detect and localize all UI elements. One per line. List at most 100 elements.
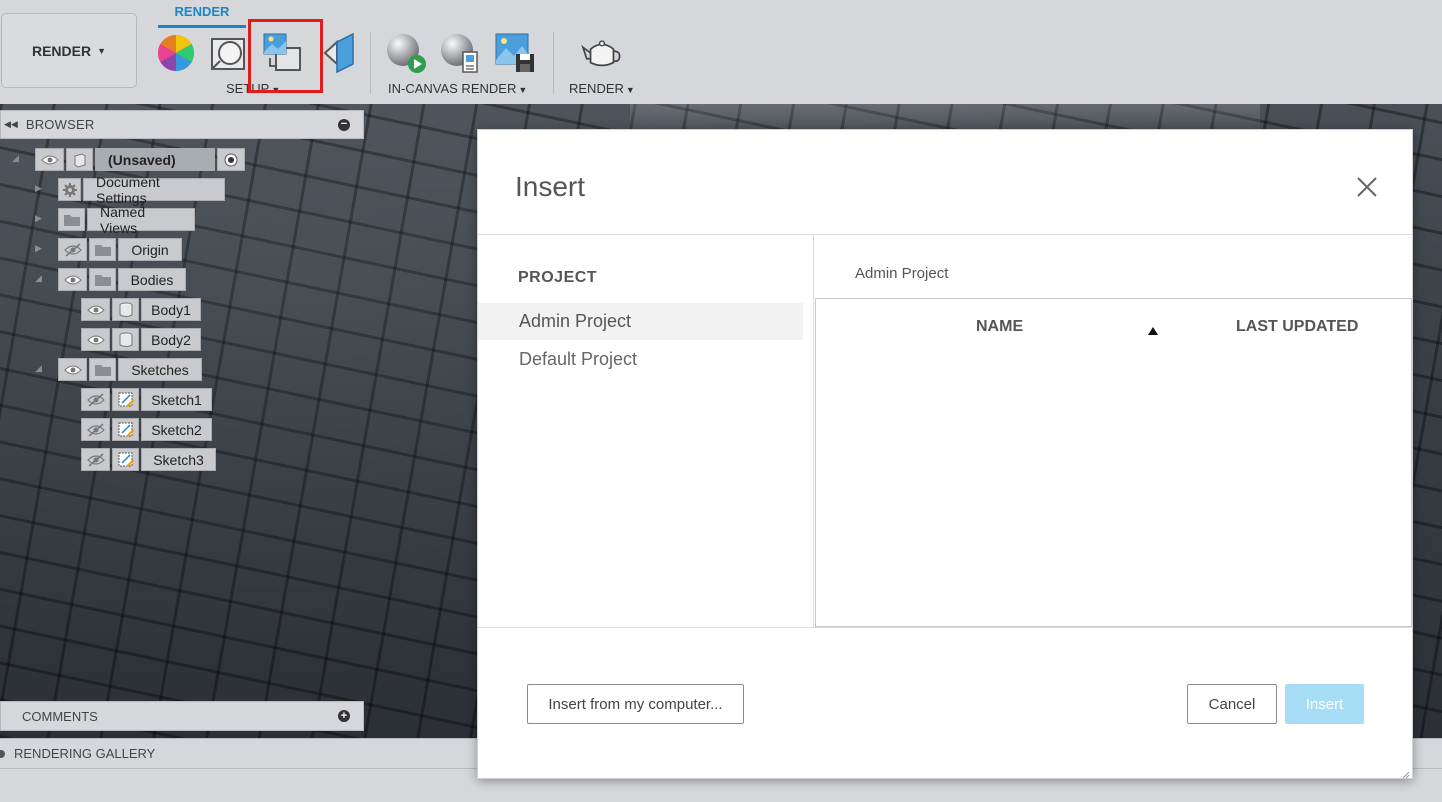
sketch-icon (112, 448, 139, 471)
browser-root-label: (Unsaved) (95, 148, 215, 171)
expand-triangle-icon[interactable]: ▶ (35, 243, 42, 254)
sketch-icon (112, 418, 139, 441)
browser-item-label: Body2 (141, 328, 201, 351)
browser-item-label: Sketches (118, 358, 202, 381)
browser-item-label: Sketch1 (141, 388, 212, 411)
in-canvas-render-group-label: IN-CANVAS RENDER (388, 81, 517, 96)
expand-triangle-icon[interactable]: ▶ (35, 183, 42, 194)
eye-icon[interactable] (58, 358, 87, 381)
render-group-menu[interactable]: RENDER ▼ (569, 81, 635, 96)
comments-panel-header[interactable]: COMMENTS + (0, 701, 364, 731)
scene-settings-icon (211, 38, 245, 70)
in-canvas-render-settings-tool-button[interactable] (439, 32, 481, 74)
component-icon (66, 148, 93, 171)
resize-grip-icon[interactable] (1400, 766, 1410, 779)
decal-tool-button[interactable] (318, 32, 360, 74)
file-table: NAME LAST UPDATED (815, 298, 1412, 627)
insert-dialog: Insert PROJECT Admin Project Default Pro… (477, 129, 1413, 779)
folder-icon (58, 208, 85, 231)
browser-item-sketch1[interactable]: Sketch1 (81, 388, 214, 411)
render-tool-button[interactable] (581, 32, 623, 74)
expand-triangle-icon[interactable]: ◢ (35, 363, 42, 374)
scene-settings-tool-button[interactable] (208, 32, 250, 74)
eye-hidden-icon[interactable] (58, 238, 87, 261)
rendering-gallery-title: RENDERING GALLERY (14, 746, 156, 761)
in-canvas-render-settings-icon (441, 34, 478, 73)
browser-root-node[interactable]: (Unsaved) (35, 148, 247, 171)
insert-from-computer-button[interactable]: Insert from my computer... (527, 684, 744, 724)
minimize-icon[interactable]: − (338, 119, 350, 131)
project-list-pane: PROJECT Admin Project Default Project (478, 235, 814, 627)
body-icon (112, 328, 139, 351)
browser-item-sketch2[interactable]: Sketch2 (81, 418, 214, 441)
chevron-down-icon: ▼ (625, 85, 635, 95)
toolbar: RENDER ▼ RENDER SETUP ▼ IN-CANVAS RENDER… (0, 0, 1442, 104)
project-item-admin[interactable]: Admin Project (478, 303, 803, 340)
eye-icon[interactable] (81, 298, 110, 321)
breadcrumb[interactable]: Admin Project (855, 265, 948, 282)
dialog-title: Insert (515, 171, 586, 202)
capture-image-tool-button[interactable] (494, 32, 536, 74)
browser-item-label: Sketch3 (141, 448, 216, 471)
browser-item-body2[interactable]: Body2 (81, 328, 203, 351)
in-canvas-render-group-menu[interactable]: IN-CANVAS RENDER ▼ (388, 81, 527, 96)
browser-item-label: Document Settings (83, 174, 225, 206)
browser-item-label: Sketch2 (141, 418, 212, 441)
in-canvas-render-icon (387, 34, 426, 73)
appearance-tool-button[interactable] (155, 32, 197, 74)
toolbar-divider (553, 32, 554, 94)
render-teapot-icon (581, 40, 621, 67)
cancel-button[interactable]: Cancel (1187, 684, 1277, 724)
browser-item-body1[interactable]: Body1 (81, 298, 203, 321)
active-radio-icon[interactable] (217, 148, 245, 171)
workspace-label: RENDER (31, 42, 92, 59)
eye-hidden-icon[interactable] (81, 418, 110, 441)
browser-item-label: Origin (118, 238, 182, 261)
eye-icon[interactable] (58, 268, 87, 291)
sketch-icon (112, 388, 139, 411)
insert-button[interactable]: Insert (1285, 684, 1364, 724)
expand-triangle-icon[interactable]: ▶ (35, 213, 42, 224)
chevron-down-icon: ▼ (518, 85, 528, 95)
render-group-label: RENDER (569, 81, 624, 96)
sort-ascending-icon[interactable] (1148, 322, 1158, 335)
column-header-name[interactable]: NAME (976, 318, 1023, 336)
column-header-last-updated[interactable]: LAST UPDATED (1236, 318, 1358, 336)
folder-icon (89, 358, 116, 381)
browser-item-origin[interactable]: Origin (58, 238, 184, 261)
chevron-down-icon: ▼ (97, 45, 107, 56)
project-heading: PROJECT (518, 269, 598, 286)
expand-triangle-icon[interactable]: ◢ (12, 153, 19, 164)
decal-icon (323, 32, 354, 74)
close-icon[interactable] (1356, 176, 1378, 198)
capture-image-icon (495, 33, 534, 72)
gear-icon (58, 178, 81, 201)
eye-hidden-icon[interactable] (81, 388, 110, 411)
expand-gallery-icon[interactable] (0, 749, 5, 758)
eye-hidden-icon[interactable] (81, 448, 110, 471)
browser-item-label: Bodies (118, 268, 186, 291)
browser-panel-header[interactable]: ◀◀ BROWSER − (0, 110, 364, 139)
browser-item-sketch3[interactable]: Sketch3 (81, 448, 218, 471)
add-comment-icon[interactable]: + (338, 710, 350, 722)
browser-item-label: Named Views (87, 204, 195, 236)
tab-render[interactable]: RENDER (158, 4, 246, 19)
eye-icon[interactable] (35, 148, 64, 171)
in-canvas-render-tool-button[interactable] (385, 32, 427, 74)
browser-item-label: Body1 (141, 298, 201, 321)
workspace-switcher-button[interactable]: RENDER ▼ (1, 13, 137, 88)
project-item-default[interactable]: Default Project (478, 341, 803, 378)
folder-icon (89, 268, 116, 291)
body-icon (112, 298, 139, 321)
eye-icon[interactable] (81, 328, 110, 351)
appearance-icon (157, 34, 195, 72)
browser-item-sketches[interactable]: Sketches (58, 358, 204, 381)
expand-triangle-icon[interactable]: ◢ (35, 273, 42, 284)
divider (478, 627, 1412, 628)
browser-item-document-settings[interactable]: Document Settings (58, 174, 227, 206)
highlight-annotation (248, 19, 323, 93)
browser-item-named-views[interactable]: Named Views (58, 204, 197, 236)
folder-icon (89, 238, 116, 261)
collapse-panel-icon[interactable]: ◀◀ (4, 119, 18, 130)
browser-item-bodies[interactable]: Bodies (58, 268, 188, 291)
